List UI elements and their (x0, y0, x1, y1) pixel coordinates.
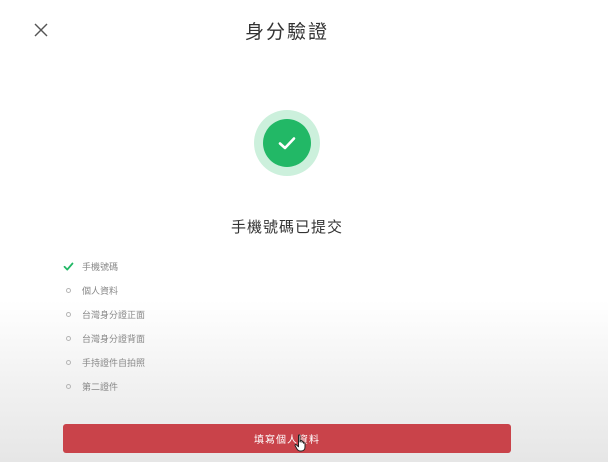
fill-personal-info-button[interactable]: 填寫個人資料 (63, 424, 511, 453)
step-label: 第二證件 (82, 382, 119, 393)
verification-steps: 手機號碼 個人資料 台灣身分證正面 台灣身分證背面 手持證件自拍照 第二證件 (62, 254, 145, 398)
pending-dot-icon (62, 308, 74, 320)
hand-cursor-icon (294, 434, 306, 452)
status-message: 手機號碼已提交 (230, 218, 343, 236)
step-item-id-back: 台灣身分證背面 (62, 326, 145, 350)
step-label: 台灣身分證正面 (82, 310, 146, 321)
step-item-selfie: 手持證件自拍照 (62, 350, 145, 374)
step-item-id-front: 台灣身分證正面 (62, 302, 145, 326)
success-circle (263, 119, 311, 167)
step-item-phone: 手機號碼 (62, 254, 145, 278)
step-label: 台灣身分證背面 (82, 334, 146, 345)
step-label: 手機號碼 (82, 262, 119, 273)
step-item-second-id: 第二證件 (62, 374, 145, 398)
page-title: 身分驗證 (244, 21, 329, 43)
pending-dot-icon (62, 356, 74, 368)
step-label: 手持證件自拍照 (82, 358, 146, 369)
success-badge (254, 110, 320, 176)
pending-dot-icon (62, 284, 74, 296)
pending-dot-icon (62, 380, 74, 392)
check-icon (62, 260, 74, 272)
check-icon (278, 137, 296, 150)
step-item-personal-info: 個人資料 (62, 278, 145, 302)
pending-dot-icon (62, 332, 74, 344)
step-label: 個人資料 (82, 286, 119, 297)
